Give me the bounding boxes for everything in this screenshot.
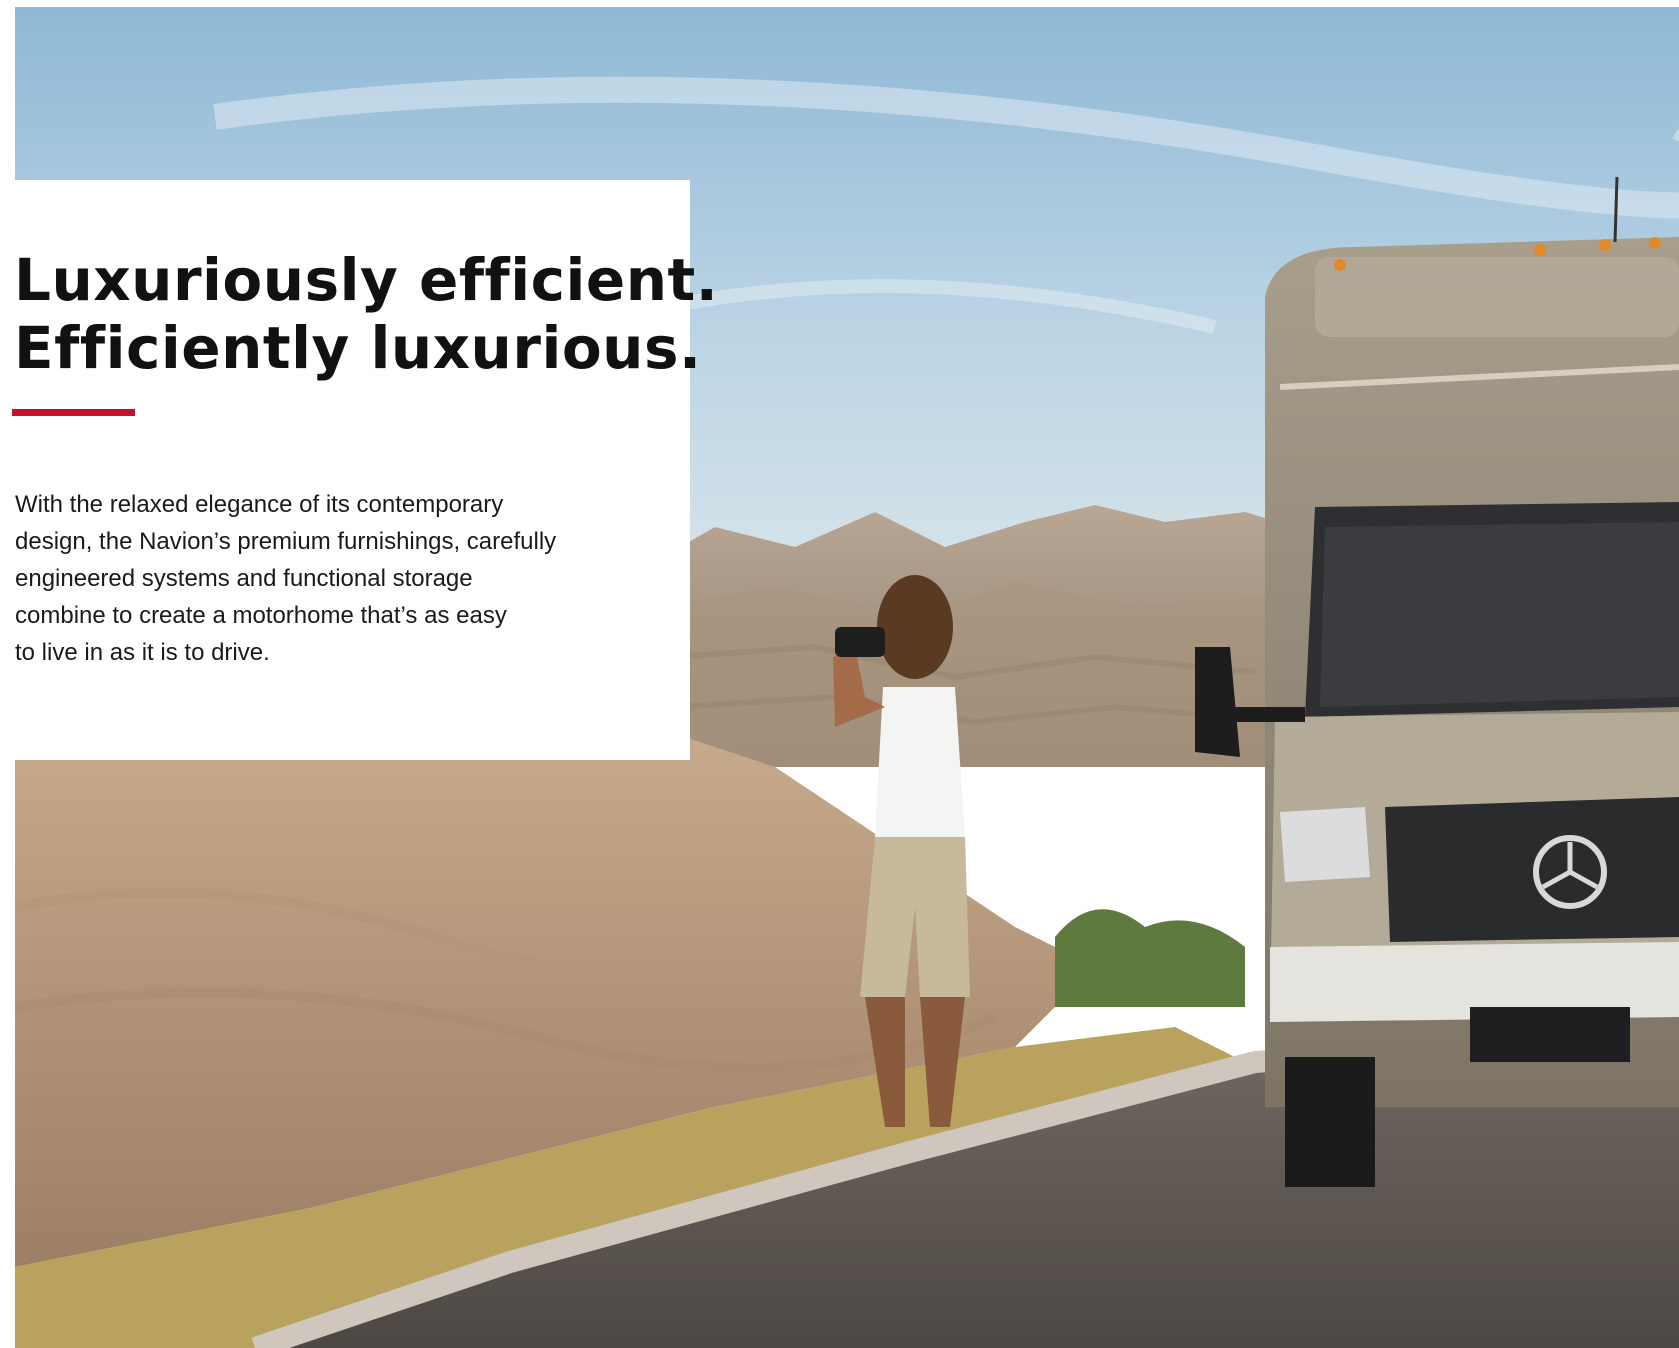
headline-line-2: Efficiently luxurious.: [14, 314, 702, 382]
body-line: With the relaxed elegance of its contemp…: [15, 491, 504, 518]
headline: Luxuriously efficient. Efficiently luxur…: [14, 246, 719, 382]
brochure-page: Luxuriously efficient. Efficiently luxur…: [0, 0, 1679, 1348]
body-line: design, the Navion’s premium furnishings…: [15, 528, 557, 555]
accent-rule: [12, 409, 135, 416]
text-panel: Luxuriously efficient. Efficiently luxur…: [0, 180, 719, 760]
body-line: combine to create a motorhome that’s as …: [15, 602, 507, 629]
headline-line-1: Luxuriously efficient.: [14, 246, 719, 314]
body-line: engineered systems and functional storag…: [15, 565, 473, 592]
body-copy: With the relaxed elegance of its contemp…: [15, 486, 655, 671]
body-line: to live in as it is to drive.: [15, 639, 270, 666]
